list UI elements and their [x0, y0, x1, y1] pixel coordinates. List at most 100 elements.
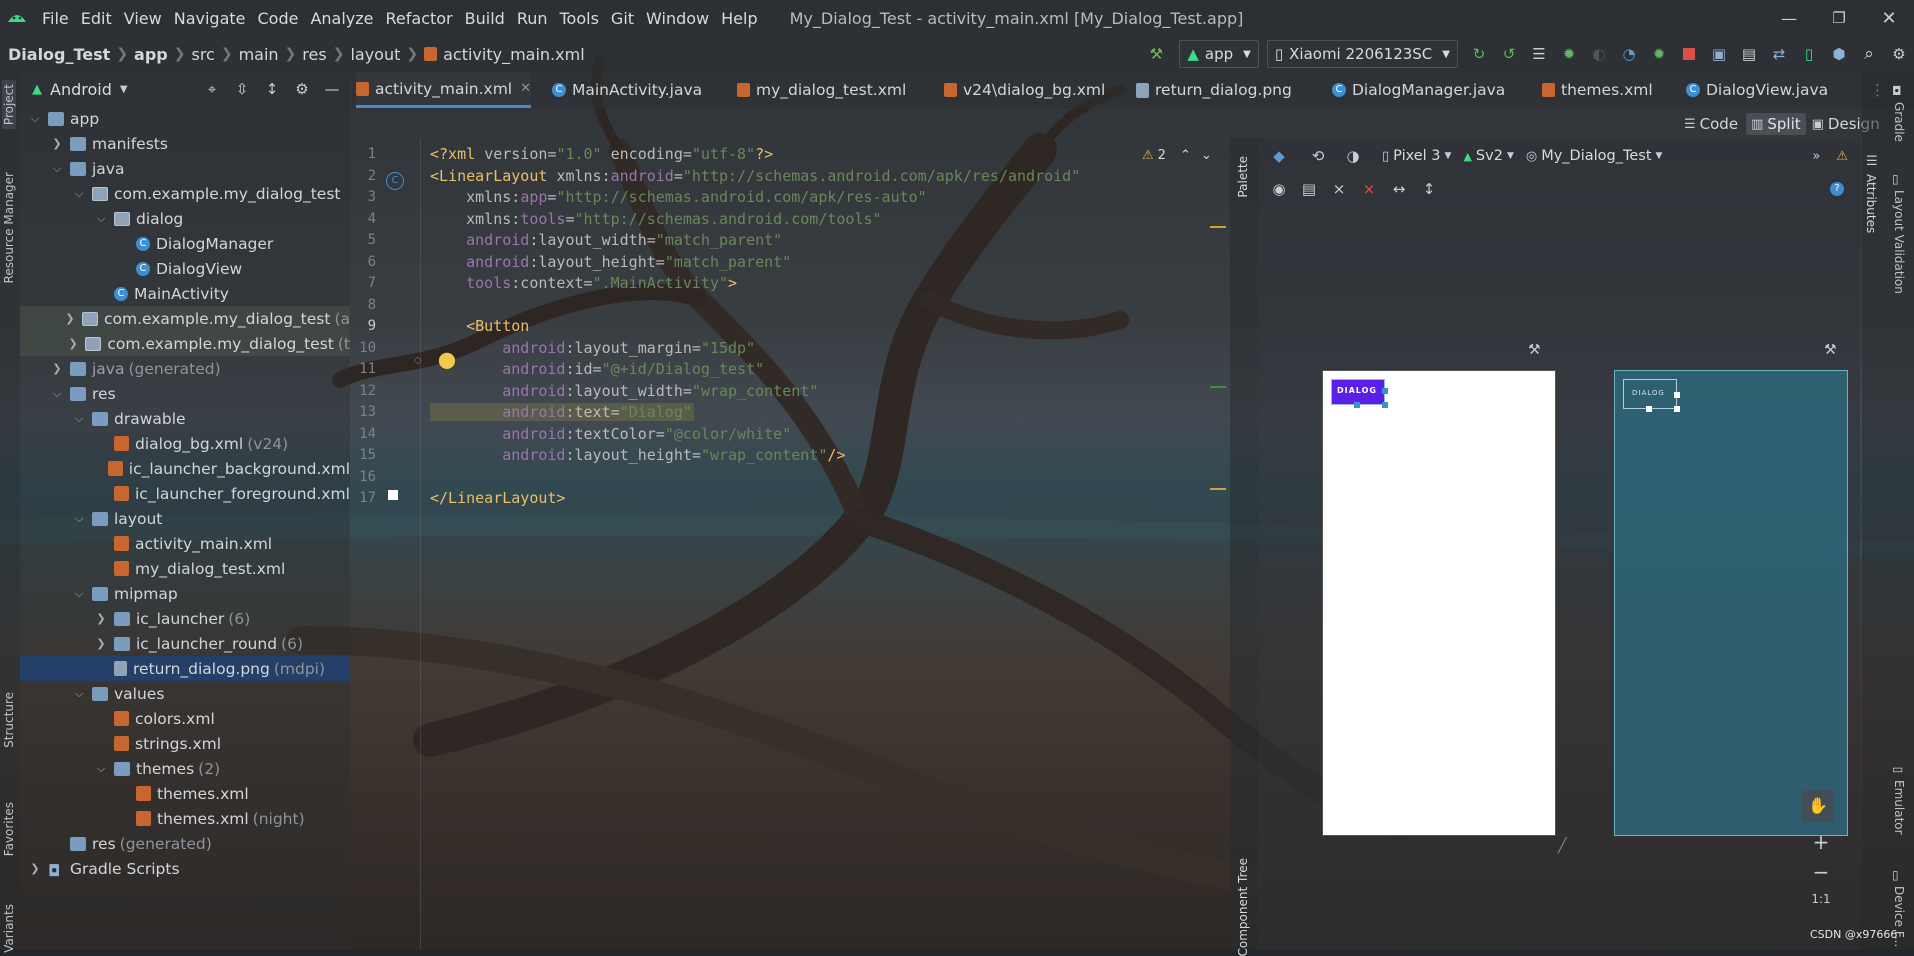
tree-item[interactable]: ⌵ layout [20, 506, 350, 531]
profiler-icon[interactable]: ◔ [1619, 44, 1639, 64]
zoom-actual-size[interactable]: 1:1 [1802, 892, 1840, 906]
tree-item[interactable]: my_dialog_test.xml [20, 556, 350, 581]
tree-item[interactable]: ⌵ drawable [20, 406, 350, 431]
tree-item[interactable]: ⌵ java [20, 156, 350, 181]
layout-validation-icon[interactable]: ▯ [1892, 172, 1899, 186]
sdk-manager-icon[interactable]: ⬢ [1829, 44, 1849, 64]
color-swatch-white-icon[interactable] [388, 490, 398, 500]
menu-edit[interactable]: Edit [81, 9, 112, 28]
inspection-warning-indicator[interactable]: ⚠ 2 ⌃ ⌄ [1142, 148, 1212, 163]
breadcrumb-main[interactable]: main [239, 45, 279, 64]
tab-themes-xml[interactable]: themes.xml [1542, 72, 1653, 108]
panel-settings-gear-icon[interactable]: ⚙ [292, 79, 312, 99]
warning-icon[interactable]: ⚠ [1836, 149, 1848, 164]
code-mode-button[interactable]: Code [1700, 115, 1738, 133]
preview-dialog-button[interactable]: DIALOG [1331, 379, 1388, 408]
breadcrumb-src[interactable]: src [191, 45, 214, 64]
component-tree-toggle[interactable]: Component Tree [1236, 858, 1250, 956]
tree-item[interactable]: ⌵ dialog [20, 206, 350, 231]
menu-run[interactable]: Run [517, 9, 548, 28]
menu-git[interactable]: Git [611, 9, 634, 28]
apply-code-changes-icon[interactable]: ↺ [1499, 44, 1519, 64]
tool-window-structure[interactable]: Structure [2, 692, 16, 748]
expanded-chevron-icon[interactable]: ⌵ [72, 687, 86, 701]
expanded-chevron-icon[interactable]: ⌵ [72, 187, 86, 201]
expanded-chevron-icon[interactable]: ⌵ [72, 512, 86, 526]
menu-tools[interactable]: Tools [560, 9, 599, 28]
layout-design-surface[interactable]: ◆ ⟲ ◑ ▯ Pixel 3 ▼ ▲ Sv2 ▼ ◎ My_Dialog_Te… [1258, 138, 1860, 950]
code-editor[interactable]: 1 2 3 4 5 6 7 8 9 10 11 12 13 14 15 16 17 <?xml version=… [352, 138, 1230, 950]
device-manager-icon[interactable]: ▤ [1739, 44, 1759, 64]
expanded-chevron-icon[interactable]: ⌵ [28, 112, 42, 126]
run-list-icon[interactable]: ☰ [1529, 44, 1549, 64]
tree-item[interactable]: ⌵ res [20, 381, 350, 406]
breadcrumb-file[interactable]: activity_main.xml [443, 45, 585, 64]
tab-dialogmanager-java[interactable]: C DialogManager.java [1332, 72, 1505, 108]
expand-all-icon[interactable]: ⇳ [232, 79, 252, 99]
menu-view[interactable]: View [124, 9, 162, 28]
collapsed-chevron-icon[interactable]: ❯ [50, 362, 64, 375]
tree-item[interactable]: C DialogManager [20, 231, 350, 256]
tab-mainactivity-java[interactable]: C MainActivity.java [552, 72, 702, 108]
hammer-build-icon[interactable]: ⚒ [1146, 44, 1166, 64]
expanded-chevron-icon[interactable]: ⌵ [50, 387, 64, 401]
help-icon[interactable]: ? [1830, 182, 1844, 196]
project-view-mode-select[interactable]: Android [50, 80, 112, 99]
tree-item[interactable]: dialog_bg.xml (v24) [20, 431, 350, 456]
tab-dialog-bg-xml[interactable]: v24\dialog_bg.xml [944, 72, 1105, 108]
expanded-chevron-icon[interactable]: ⌵ [94, 762, 108, 776]
attributes-panel-icon[interactable]: ☰ [1866, 154, 1878, 169]
eye-view-options-icon[interactable]: ◉ [1269, 179, 1289, 199]
menu-refactor[interactable]: Refactor [386, 9, 453, 28]
close-window-icon[interactable]: ✕ [1864, 8, 1914, 29]
menu-code[interactable]: Code [258, 9, 299, 28]
blueprint-preview-phone[interactable]: DIALOG [1614, 370, 1848, 836]
menu-build[interactable]: Build [465, 9, 505, 28]
device-select[interactable]: ▯ Xiaomi 2206123SC ▼ [1266, 40, 1458, 68]
expand-horizontal-icon[interactable]: ↔ [1389, 179, 1409, 199]
close-tab-icon[interactable]: ✕ [520, 81, 531, 96]
collapsed-chevron-icon[interactable]: ❯ [28, 862, 42, 875]
gradle-elephant-icon[interactable]: ◘ [1892, 84, 1902, 98]
orientation-icon[interactable]: ⟲ [1308, 146, 1328, 166]
collapsed-chevron-icon[interactable]: ❯ [94, 637, 108, 650]
menu-analyze[interactable]: Analyze [310, 9, 373, 28]
minimize-icon[interactable]: — [1764, 9, 1814, 28]
breadcrumb-layout[interactable]: layout [350, 45, 400, 64]
next-issue-icon[interactable]: ⌄ [1201, 148, 1212, 163]
menu-file[interactable]: File [42, 9, 69, 28]
class-gutter-icon[interactable]: C [386, 172, 404, 190]
tab-my-dialog-test-xml[interactable]: my_dialog_test.xml [737, 72, 906, 108]
restore-icon[interactable]: ❐ [1814, 9, 1864, 27]
project-structure-icon[interactable]: ▣ [1709, 44, 1729, 64]
tree-item[interactable]: ic_launcher_background.xml [20, 456, 350, 481]
tree-item[interactable]: ❯ ◘ Gradle Scripts [20, 856, 350, 881]
tab-dialogview-java[interactable]: C DialogView.java [1686, 72, 1828, 108]
coverage-icon[interactable]: ◐ [1589, 44, 1609, 64]
blueprint-dialog-button[interactable]: DIALOG [1623, 379, 1680, 412]
collapsed-chevron-icon[interactable]: ❯ [64, 312, 76, 325]
expanded-chevron-icon[interactable]: ⌵ [72, 412, 86, 426]
run-config-select[interactable]: ▲ app ▼ [1179, 40, 1259, 68]
layers-icon[interactable]: ◆ [1269, 146, 1289, 166]
tree-item[interactable]: themes.xml (night) [20, 806, 350, 831]
tree-item[interactable]: ⌵ themes (2) [20, 756, 350, 781]
tree-item[interactable]: ❯ java (generated) [20, 356, 350, 381]
blueprint-icon[interactable]: ▤ [1299, 179, 1319, 199]
menu-window[interactable]: Window [646, 9, 709, 28]
expanded-chevron-icon[interactable]: ⌵ [50, 162, 64, 176]
tree-item[interactable]: activity_main.xml [20, 531, 350, 556]
previous-issue-icon[interactable]: ⌃ [1180, 148, 1191, 163]
tree-item[interactable]: ⌵ values [20, 681, 350, 706]
breadcrumb-project[interactable]: Dialog_Test [8, 45, 110, 64]
tree-item[interactable]: ⌵ mipmap [20, 581, 350, 606]
collapsed-chevron-icon[interactable]: ❯ [50, 137, 64, 150]
collapsed-chevron-icon[interactable]: ❯ [94, 612, 108, 625]
avd-manager-icon[interactable]: ▯ [1799, 44, 1819, 64]
zoom-in-icon[interactable]: + [1802, 830, 1840, 854]
tree-item[interactable]: strings.xml [20, 731, 350, 756]
magnet-autoconnect-icon[interactable]: ⨯ [1329, 179, 1349, 199]
emulator-icon[interactable]: ▭ [1892, 762, 1903, 776]
tree-item[interactable]: ❯ manifests [20, 131, 350, 156]
tool-window-favorites[interactable]: Favorites [2, 802, 16, 856]
